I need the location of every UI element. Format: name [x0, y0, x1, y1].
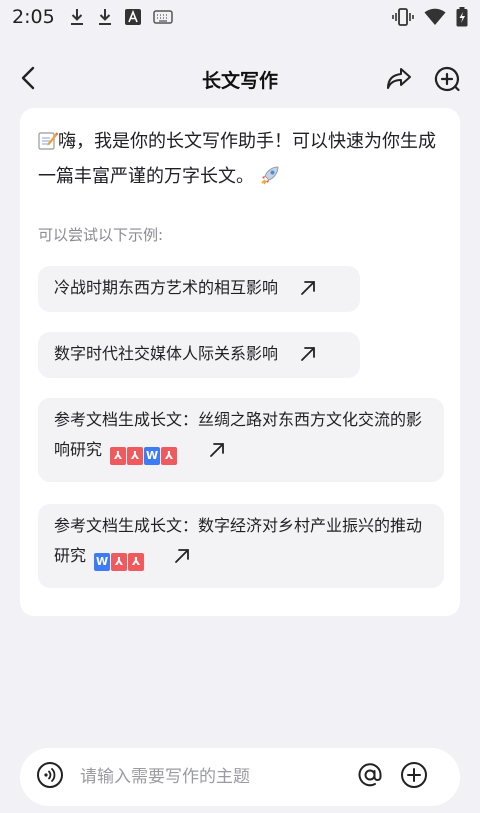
- example-text: 冷战时期东西方艺术的相互影响: [54, 278, 279, 297]
- memo-emoji-icon: [38, 129, 59, 161]
- status-bar: 2:05: [0, 0, 480, 34]
- at-icon: [356, 761, 384, 793]
- plus-circle-icon: [400, 761, 428, 793]
- example-chip[interactable]: 数字时代社交媒体人际关系影响: [38, 332, 360, 378]
- new-chat-icon: [433, 65, 461, 97]
- keyboard-icon: [152, 10, 173, 24]
- word-icon: W: [94, 553, 111, 571]
- text-a-icon: [124, 9, 141, 25]
- new-chat-button[interactable]: [430, 64, 464, 98]
- battery-charging-icon: [456, 7, 468, 27]
- message-input-bar: [20, 748, 460, 806]
- doc-attachments: ⅄ ⅄ W ⅄: [110, 447, 178, 465]
- example-chip[interactable]: 参考文档生成长文：数字经济对乡村产业振兴的推动研究 W ⅄ ⅄: [38, 504, 444, 588]
- header: 长文写作: [0, 56, 480, 104]
- example-chip[interactable]: 冷战时期东西方艺术的相互影响: [38, 266, 360, 312]
- share-button[interactable]: [382, 64, 416, 98]
- topic-input[interactable]: [80, 764, 340, 790]
- pdf-icon: ⅄: [161, 447, 178, 465]
- examples-label: 可以尝试以下示例:: [38, 226, 164, 244]
- notification-icons: [69, 8, 173, 26]
- assistant-card: 嗨，我是你的长文写作助手！可以快速为你生成一篇丰富严谨的万字长文。 可以尝试以下…: [20, 108, 460, 616]
- pdf-icon: ⅄: [128, 553, 145, 571]
- word-icon: W: [144, 447, 161, 465]
- example-chip[interactable]: 参考文档生成长文：丝绸之路对东西方文化交流的影响研究 ⅄ ⅄ W ⅄: [38, 398, 444, 482]
- wifi-icon: [424, 8, 446, 26]
- arrow-up-right-icon: [174, 544, 190, 574]
- voice-button[interactable]: [36, 761, 64, 793]
- share-icon: [386, 67, 412, 95]
- download-icon: [69, 8, 85, 26]
- pdf-icon: ⅄: [110, 447, 127, 465]
- rocket-emoji-icon: [260, 164, 280, 196]
- download-icon: [97, 8, 113, 26]
- example-text: 数字时代社交媒体人际关系影响: [54, 344, 279, 363]
- intro-text: 嗨，我是你的长文写作助手！可以快速为你生成一篇丰富严谨的万字长文。: [38, 131, 436, 187]
- arrow-up-right-icon: [300, 276, 316, 306]
- pdf-icon: ⅄: [111, 553, 128, 571]
- arrow-up-right-icon: [300, 342, 316, 372]
- doc-attachments: W ⅄ ⅄: [94, 553, 145, 571]
- voice-icon: [36, 761, 64, 793]
- vibrate-icon: [392, 8, 414, 26]
- arrow-up-right-icon: [209, 438, 225, 468]
- pdf-icon: ⅄: [127, 447, 144, 465]
- intro-message: 嗨，我是你的长文写作助手！可以快速为你生成一篇丰富严谨的万字长文。: [38, 126, 446, 196]
- mention-button[interactable]: [356, 763, 384, 791]
- add-button[interactable]: [400, 761, 428, 793]
- status-time: 2:05: [12, 6, 55, 28]
